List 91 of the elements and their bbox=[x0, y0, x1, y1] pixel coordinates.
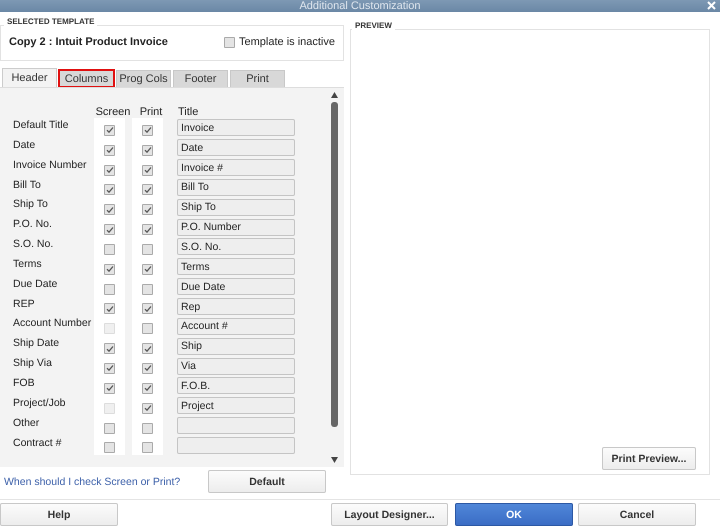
checkbox[interactable] bbox=[142, 264, 153, 275]
dialog-button[interactable]: Cancel bbox=[578, 503, 696, 526]
print-preview-button[interactable]: Print Preview... bbox=[602, 447, 696, 470]
checkbox[interactable] bbox=[104, 184, 115, 196]
close-icon[interactable] bbox=[707, 1, 716, 10]
checkbox[interactable] bbox=[142, 204, 153, 216]
checkbox[interactable] bbox=[104, 144, 115, 156]
title-field[interactable]: S.O. No. bbox=[177, 238, 295, 256]
checkbox[interactable] bbox=[142, 284, 153, 295]
title-field[interactable]: Project bbox=[177, 397, 295, 414]
row-label: Project/Job bbox=[12, 396, 67, 411]
row-label: Other bbox=[12, 416, 40, 431]
checkbox[interactable] bbox=[104, 124, 115, 136]
row-label: Bill To bbox=[12, 178, 42, 193]
checkbox[interactable] bbox=[142, 402, 153, 414]
checkbox[interactable] bbox=[142, 124, 153, 136]
row-label: Date bbox=[12, 138, 36, 153]
scroll-up-icon[interactable] bbox=[330, 91, 339, 99]
scroll-thumb[interactable] bbox=[331, 102, 338, 427]
row-label: Default Title bbox=[12, 118, 70, 133]
column-header: Print bbox=[138, 105, 164, 118]
checkbox[interactable] bbox=[104, 442, 115, 454]
checkbox[interactable] bbox=[104, 382, 115, 394]
row-label: Ship Date bbox=[12, 336, 60, 352]
checkbox[interactable] bbox=[104, 343, 115, 354]
checkbox[interactable] bbox=[104, 362, 115, 374]
row-label: Invoice Number bbox=[12, 158, 88, 173]
title-field[interactable]: Date bbox=[177, 139, 295, 156]
title-field[interactable]: Invoice # bbox=[177, 159, 295, 176]
title-field[interactable]: Terms bbox=[177, 258, 295, 276]
title-field[interactable]: Account # bbox=[177, 318, 295, 335]
title-field[interactable]: P.O. Number bbox=[177, 218, 295, 236]
row-label: Due Date bbox=[12, 276, 58, 292]
help-link[interactable]: When should I check Screen or Print? bbox=[4, 476, 180, 488]
title-field[interactable] bbox=[177, 417, 295, 434]
group-heading: SELECTED TEMPLATE bbox=[4, 17, 98, 26]
scroll-down-icon[interactable] bbox=[330, 456, 339, 464]
checkbox[interactable] bbox=[142, 382, 153, 394]
checkbox[interactable] bbox=[104, 264, 115, 275]
checkbox[interactable] bbox=[142, 224, 153, 236]
dialog-button[interactable]: Layout Designer... bbox=[331, 503, 448, 526]
window-title: Additional Customization bbox=[299, 0, 421, 12]
checkbox[interactable] bbox=[104, 284, 115, 295]
checkbox[interactable] bbox=[142, 422, 153, 434]
dialog-button[interactable]: Help bbox=[0, 503, 118, 526]
title-field[interactable]: Ship To bbox=[177, 198, 295, 216]
row-label: FOB bbox=[12, 376, 36, 391]
checkbox[interactable] bbox=[104, 224, 115, 236]
checkbox[interactable] bbox=[104, 244, 115, 255]
group-heading: PREVIEW bbox=[352, 21, 395, 30]
title-field[interactable]: Bill To bbox=[177, 178, 295, 196]
tab[interactable]: Print bbox=[230, 70, 285, 87]
default-button[interactable]: Default bbox=[208, 470, 326, 493]
row-label: P.O. No. bbox=[12, 217, 53, 232]
template-name: Copy 2 : Intuit Product Invoice bbox=[9, 36, 168, 48]
tab[interactable]: Footer bbox=[173, 70, 228, 87]
checkbox[interactable] bbox=[142, 442, 153, 454]
column-header: Screen bbox=[94, 105, 132, 118]
row-label: Account Number bbox=[12, 316, 92, 332]
dialog-button[interactable]: OK bbox=[455, 503, 573, 526]
checkbox[interactable] bbox=[142, 323, 153, 334]
checkbox[interactable] bbox=[142, 303, 153, 314]
checkbox-label: Template is inactive bbox=[239, 36, 335, 48]
row-label: Ship To bbox=[12, 197, 49, 212]
title-field[interactable]: Ship bbox=[177, 338, 295, 355]
title-field[interactable]: Rep bbox=[177, 298, 295, 316]
title-field[interactable]: Due Date bbox=[177, 278, 295, 296]
checkbox[interactable] bbox=[142, 244, 153, 255]
title-field[interactable]: Invoice bbox=[177, 119, 295, 136]
checkbox[interactable] bbox=[104, 204, 115, 216]
checkbox[interactable] bbox=[142, 184, 153, 196]
checkbox[interactable] bbox=[142, 343, 153, 354]
row-label: Terms bbox=[12, 256, 43, 272]
row-label: REP bbox=[12, 296, 36, 312]
tab[interactable]: Columns bbox=[59, 70, 114, 87]
checkbox[interactable] bbox=[224, 36, 235, 48]
title-field[interactable]: F.O.B. bbox=[177, 377, 295, 394]
row-label: Contract # bbox=[12, 436, 62, 450]
title-field[interactable]: Via bbox=[177, 358, 295, 375]
checkbox[interactable] bbox=[142, 164, 153, 176]
title-field[interactable] bbox=[177, 436, 295, 454]
row-label: Ship Via bbox=[12, 356, 53, 372]
tab[interactable]: Prog Cols bbox=[116, 70, 171, 87]
row-label: S.O. No. bbox=[12, 237, 54, 252]
checkbox[interactable] bbox=[104, 422, 115, 434]
column-header: Title bbox=[177, 105, 200, 118]
checkbox[interactable] bbox=[104, 164, 115, 176]
checkbox[interactable] bbox=[142, 144, 153, 156]
tab[interactable]: Header bbox=[2, 68, 57, 87]
checkbox[interactable] bbox=[104, 303, 115, 314]
checkbox[interactable] bbox=[142, 362, 153, 374]
